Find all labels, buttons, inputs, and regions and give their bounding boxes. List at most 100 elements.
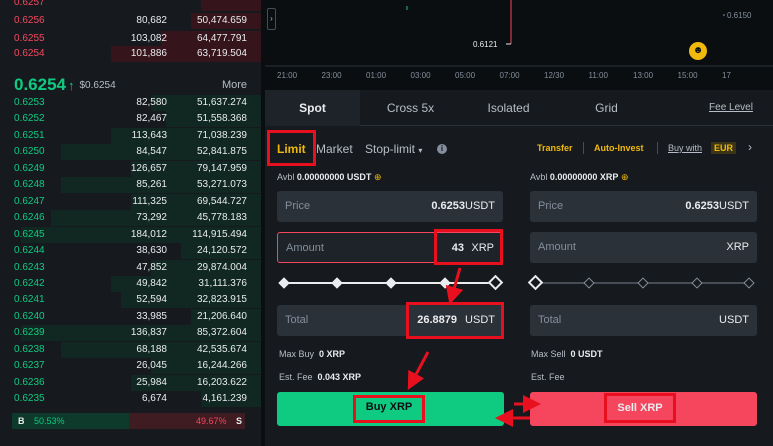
- tab-cross[interactable]: Cross 5x: [363, 90, 458, 126]
- bid-total: 4,161.239: [202, 393, 248, 405]
- deposit-icon[interactable]: ⊕: [621, 172, 629, 182]
- sell-price-field[interactable]: Price 0.6253 USDT: [530, 191, 757, 222]
- slider-step[interactable]: [278, 277, 290, 289]
- bid-row[interactable]: 0.6236 25,984 16,203.622: [0, 374, 261, 392]
- slider-step[interactable]: [637, 277, 649, 289]
- last-price: 0.6254: [14, 75, 66, 94]
- auto-invest-link[interactable]: Auto-Invest: [594, 143, 644, 153]
- bid-total: 21,206.640: [196, 310, 247, 322]
- usd-price: $0.6254: [79, 79, 116, 91]
- buy-price-unit: USDT: [465, 200, 495, 212]
- bid-row[interactable]: 0.6239 136,837 85,372.604: [0, 324, 261, 342]
- bid-price: 0.6253: [14, 97, 45, 108]
- max-sell: Max Sell 0 USDT: [531, 349, 603, 359]
- bid-amount: 82,467: [136, 113, 167, 125]
- bid-row[interactable]: 0.6243 47,852 29,874.004: [0, 259, 261, 277]
- currency-badge[interactable]: EUR: [711, 142, 737, 154]
- sell-total-field[interactable]: Total USDT: [530, 305, 757, 336]
- deposit-icon[interactable]: ⊕: [374, 172, 382, 182]
- bid-total: 29,874.004: [196, 261, 247, 273]
- bid-amount: 136,837: [130, 327, 167, 339]
- bid-row[interactable]: 0.6235 6,674 4,161.239: [0, 390, 261, 408]
- slider-step[interactable]: [385, 277, 397, 289]
- bid-total: 85,372.604: [196, 327, 247, 339]
- ask-row[interactable]: 0.6256 80,682 50,474.659: [0, 12, 261, 30]
- more-link[interactable]: More: [222, 79, 247, 91]
- sell-amount-unit: XRP: [726, 241, 749, 253]
- ask-row[interactable]: 0.6257: [0, 0, 261, 12]
- bid-price: 0.6248: [14, 179, 45, 191]
- slider-step[interactable]: [583, 277, 595, 289]
- order-type-market[interactable]: Market: [316, 140, 353, 158]
- chevron-right-icon[interactable]: ›: [748, 140, 752, 154]
- buy-available: Avbl 0.00000000 USDT ⊕: [277, 172, 382, 183]
- amount-highlight-box: [434, 229, 503, 265]
- bid-row[interactable]: 0.6244 38,630 24,120.572: [0, 242, 261, 260]
- sell-price-unit: USDT: [719, 200, 749, 212]
- slider-handle[interactable]: [527, 274, 544, 291]
- bid-row[interactable]: 0.6247 111,325 69,544.727: [0, 193, 261, 211]
- sell-total-label: Total: [538, 314, 562, 326]
- slider-step[interactable]: [691, 277, 703, 289]
- bid-row[interactable]: 0.6251 113,643 71,038.239: [0, 127, 261, 145]
- bid-price: 0.6242: [14, 277, 45, 289]
- bid-row[interactable]: 0.6245 184,012 114,915.494: [0, 226, 261, 244]
- transfer-link[interactable]: Transfer: [537, 143, 573, 153]
- trading-screen: 0.6257 0.6256 80,682 50,474.659 0.6255 103,08…: [0, 0, 773, 446]
- tab-isolated[interactable]: Isolated: [461, 90, 556, 126]
- bid-row[interactable]: 0.6252 82,467 51,558.368: [0, 110, 261, 128]
- bid-row[interactable]: 0.6253 82,580 51,637.274: [0, 94, 261, 112]
- bid-row[interactable]: 0.6242 49,842 31,111.376: [0, 275, 261, 293]
- sell-percent-slider[interactable]: [527, 274, 757, 291]
- depth-bar: [201, 0, 261, 11]
- bid-amount: 26,045: [136, 360, 167, 372]
- slider-step[interactable]: [439, 277, 451, 289]
- price-marker: 0.6121: [473, 40, 498, 49]
- bid-price: 0.6252: [14, 113, 45, 125]
- bid-amount: 82,580: [136, 97, 167, 108]
- buy-with-link[interactable]: Buy with: [668, 143, 702, 153]
- time-axis-label: 13:00: [633, 71, 654, 80]
- sell-amount-field[interactable]: Amount XRP: [530, 232, 757, 263]
- ask-row[interactable]: 0.6254 101,886 63,719.504: [0, 45, 261, 63]
- buy-ratio-bar: [12, 413, 129, 429]
- bid-total: 51,637.274: [196, 97, 247, 108]
- slider-step[interactable]: [743, 277, 755, 289]
- sell-price-label: Price: [538, 200, 564, 212]
- bid-row[interactable]: 0.6240 33,985 21,206.640: [0, 308, 261, 326]
- bid-amount: 73,292: [136, 212, 167, 224]
- slider-step[interactable]: [331, 277, 343, 289]
- bid-amount: 33,985: [136, 310, 167, 322]
- bid-row[interactable]: 0.6249 126,657 79,147.959: [0, 160, 261, 178]
- tab-spot[interactable]: Spot: [265, 90, 360, 126]
- chat-bot-icon[interactable]: ☻: [689, 42, 707, 60]
- bid-row[interactable]: 0.6248 85,261 53,271.073: [0, 176, 261, 194]
- tab-grid[interactable]: Grid: [559, 90, 654, 126]
- fee-level-link[interactable]: Fee Level: [701, 90, 761, 126]
- order-type-stop-limit[interactable]: Stop-limit ▾: [365, 140, 422, 160]
- bid-price: 0.6240: [14, 310, 45, 322]
- bid-price: 0.6243: [14, 261, 45, 273]
- ask-price: 0.6257: [14, 0, 45, 8]
- bid-amount: 49,842: [136, 277, 167, 289]
- sell-ratio-label: S: [236, 416, 243, 426]
- ask-amount: 80,682: [136, 15, 167, 26]
- slider-handle[interactable]: [487, 274, 504, 291]
- buy-ratio-label: B: [18, 416, 25, 426]
- bid-row[interactable]: 0.6246 73,292 45,778.183: [0, 209, 261, 227]
- bid-price: 0.6244: [14, 245, 45, 257]
- buy-percent-slider[interactable]: [278, 274, 504, 291]
- price-axis-label: 0.6150: [727, 11, 752, 20]
- bid-row[interactable]: 0.6250 84,547 52,841.875: [0, 143, 261, 161]
- bid-row[interactable]: 0.6237 26,045 16,244.266: [0, 357, 261, 375]
- bid-row[interactable]: 0.6238 68,188 42,535.674: [0, 341, 261, 359]
- buy-avbl-value: 0.00000000 USDT: [296, 172, 372, 182]
- time-axis-label: 12/30: [544, 71, 565, 80]
- buy-price-field[interactable]: Price 0.6253 USDT: [277, 191, 503, 222]
- max-buy: Max Buy 0 XRP: [279, 349, 345, 359]
- bid-row[interactable]: 0.6241 52,594 32,823.915: [0, 291, 261, 309]
- info-icon[interactable]: i: [437, 144, 447, 154]
- bid-total: 31,111.376: [198, 277, 247, 289]
- bid-price: 0.6235: [14, 393, 45, 405]
- price-chart: › 0.6150 0.6121 ☻ 21:00 23:00 01:00 03:00 05…: [265, 0, 773, 86]
